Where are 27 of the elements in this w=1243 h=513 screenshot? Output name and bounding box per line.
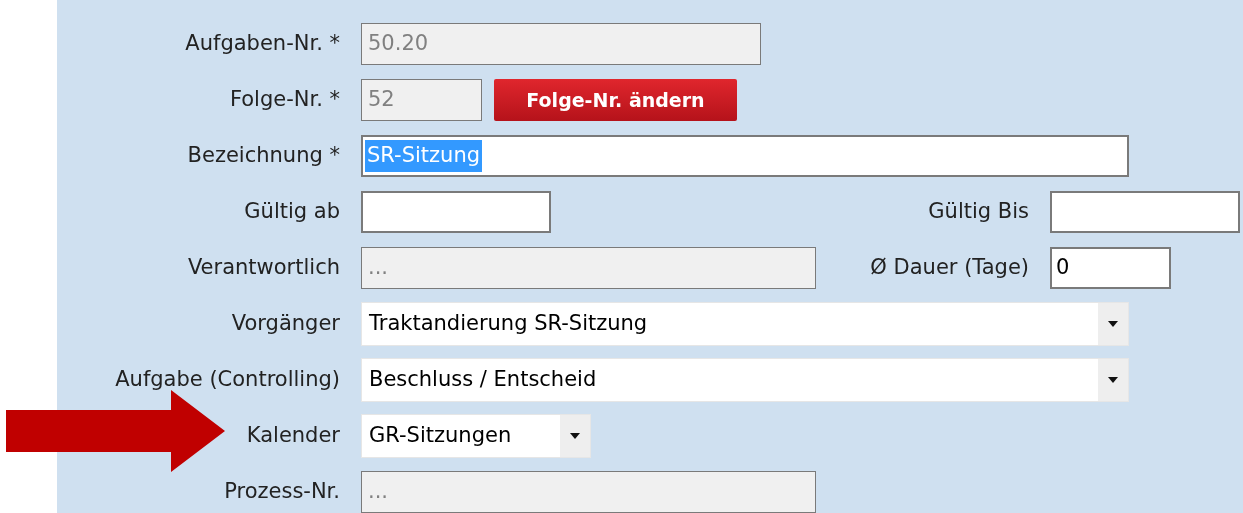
read-only-field[interactable]: ... (361, 471, 816, 513)
field-label: Gültig Bis (928, 199, 1029, 224)
text-field[interactable]: SR-Sitzung (361, 135, 1129, 177)
field-label: Prozess-Nr. (224, 479, 340, 504)
change-number-button[interactable]: Folge-Nr. ändern (494, 79, 737, 121)
arrow-icon (6, 390, 225, 472)
dropdown[interactable]: Traktandierung SR-Sitzung (361, 302, 1129, 346)
field-label: Aufgabe (Controlling) (115, 367, 340, 392)
caret-icon (570, 433, 580, 439)
field-label: Bezeichnung * (187, 143, 340, 168)
read-only-field[interactable]: ... (361, 247, 816, 289)
field-label: Kalender (246, 423, 340, 448)
read-only-field[interactable]: 50.20 (361, 23, 761, 65)
field-label: Folge-Nr. * (229, 87, 340, 112)
field-label: Aufgaben-Nr. * (185, 31, 340, 56)
read-only-field[interactable]: 52 (361, 79, 482, 121)
caret-icon (1108, 377, 1118, 383)
field-label: Gültig ab (244, 199, 340, 224)
text-field[interactable] (1050, 191, 1240, 233)
field-label: Vorgänger (231, 311, 340, 336)
field-label: Ø Dauer (Tage) (870, 255, 1029, 280)
caret-icon (1108, 321, 1118, 327)
text-field[interactable] (361, 191, 551, 233)
dropdown[interactable]: GR-Sitzungen (361, 414, 591, 458)
dropdown[interactable]: Beschluss / Entscheid (361, 358, 1129, 402)
text-field[interactable]: 0 (1050, 247, 1171, 289)
field-label: Verantwortlich (187, 255, 340, 280)
